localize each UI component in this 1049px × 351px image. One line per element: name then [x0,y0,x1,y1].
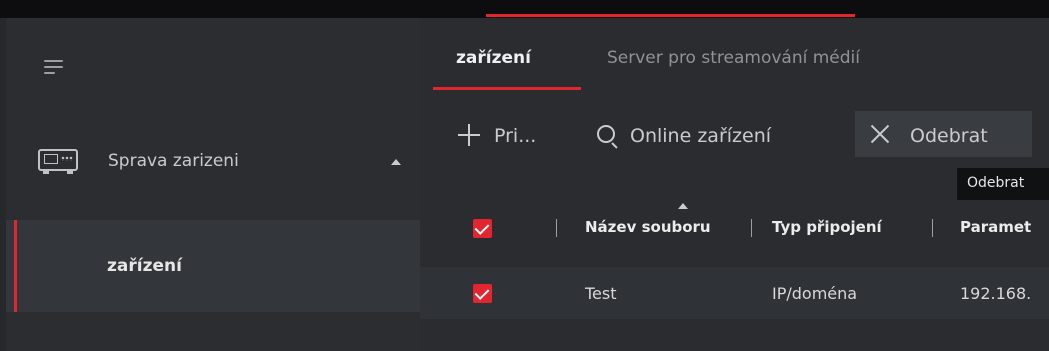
hamburger-icon[interactable] [44,58,63,75]
remove-tooltip: Odebrat [957,168,1049,200]
sidebar-group-device-management[interactable]: Sprava zarizeni [6,138,420,186]
device-icon [38,149,78,174]
plus-icon [458,124,480,146]
sidebar-item-label: zařízení [107,256,182,276]
cell-type: IP/doména [772,284,858,303]
column-divider[interactable] [932,219,933,237]
sidebar: Sprava zarizeni zařízení [6,18,420,351]
device-table: Název souboru Typ připojení Paramet Test… [420,203,1049,351]
remove-button[interactable]: Odebrat [855,111,1032,157]
column-header-type[interactable]: Typ připojení [772,218,882,236]
add-button-label: Pri... [494,125,537,147]
title-bar-accent [486,14,855,17]
tab-bar: zařízení Server pro streamování médií [420,18,1049,90]
cell-params: 192.168. [960,284,1032,303]
chevron-up-icon[interactable] [391,159,401,165]
search-icon [597,125,615,143]
title-bar [0,0,1049,18]
table-header: Název souboru Typ připojení Paramet [420,203,1049,251]
table-row[interactable]: Test IP/doména 192.168. [420,267,1049,319]
select-all-checkbox[interactable] [473,219,492,238]
main-panel: zařízení Server pro streamování médií Pr… [420,18,1049,351]
tab-devices[interactable]: zařízení [456,48,531,68]
cell-name: Test [585,284,617,303]
sidebar-group-label: Sprava zarizeni [108,151,239,171]
remove-button-label: Odebrat [910,125,988,147]
online-button-label: Online zařízení [630,125,772,147]
add-device-button[interactable]: Pri... [458,111,578,157]
active-tab-indicator [433,87,581,90]
close-icon [870,124,890,144]
row-checkbox[interactable] [473,284,492,303]
column-header-params[interactable]: Paramet [960,218,1049,236]
tab-streaming-server[interactable]: Server pro streamování médií [607,48,860,68]
column-divider[interactable] [556,219,557,237]
column-header-name[interactable]: Název souboru [585,218,711,236]
sidebar-item-devices[interactable]: zařízení [6,220,420,312]
tooltip-text: Odebrat [967,175,1025,191]
sort-up-icon[interactable] [678,203,688,209]
online-devices-button[interactable]: Online zařízení [587,111,847,157]
column-divider[interactable] [751,219,752,237]
